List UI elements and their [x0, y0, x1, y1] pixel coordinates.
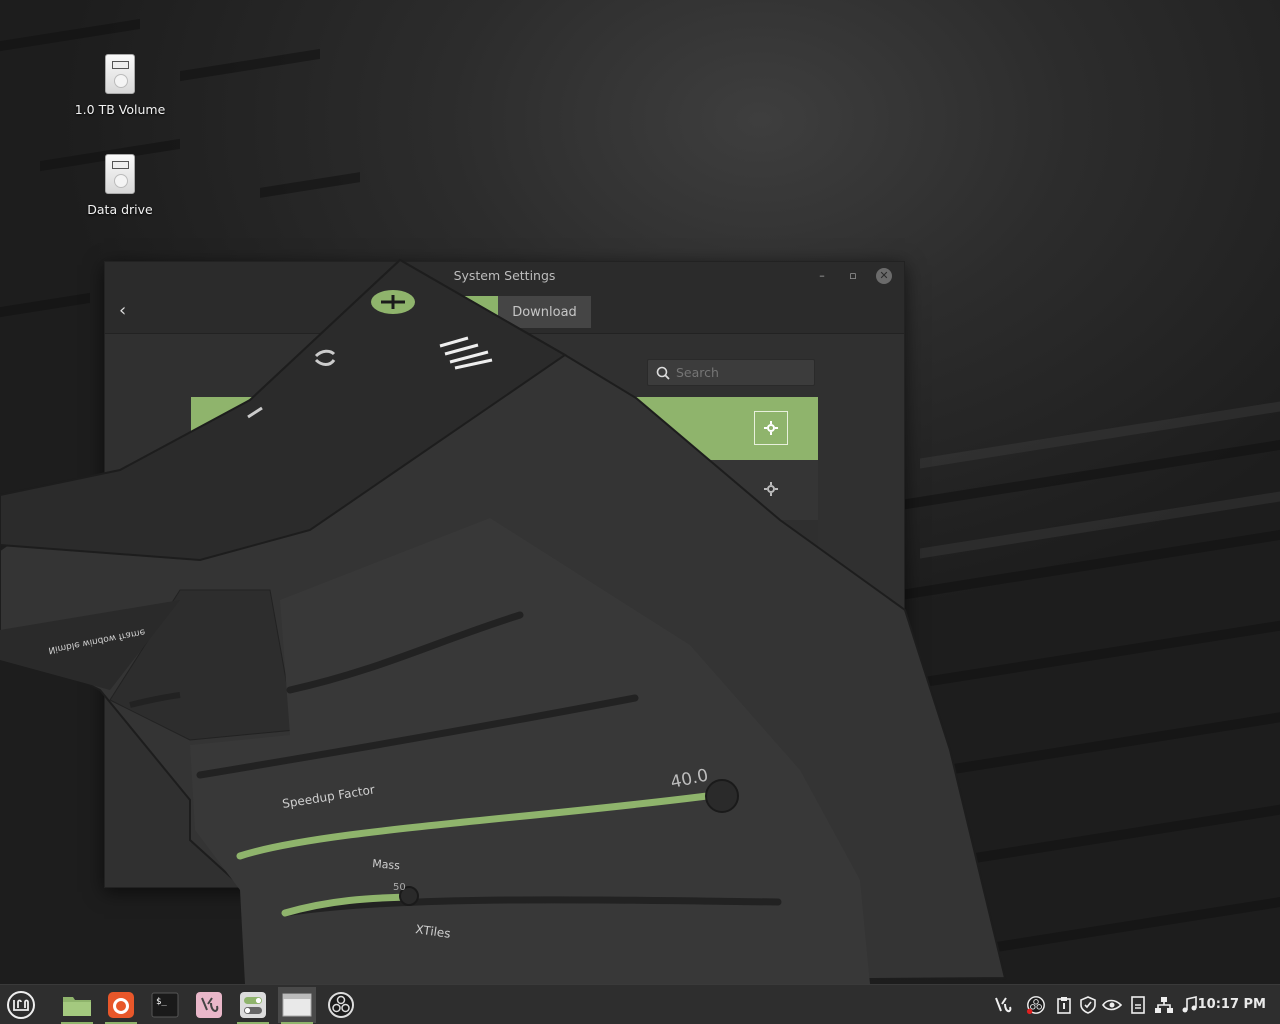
tray-network-icon[interactable]	[1154, 995, 1174, 1015]
taskbar: $_ 10:17 PM	[0, 984, 1280, 1024]
svg-text:$_: $_	[156, 997, 167, 1007]
desktop-icon-label: Data drive	[87, 202, 153, 217]
search-icon	[656, 366, 670, 380]
gear-icon	[764, 421, 778, 435]
window-titlebar[interactable]: System Settings – ▫ ✕ ‹ Download	[105, 262, 904, 334]
search-input[interactable]	[676, 365, 796, 380]
window-title: System Settings	[453, 268, 556, 283]
tray-shield-icon[interactable]	[1078, 995, 1098, 1015]
minimize-button[interactable]: –	[814, 268, 830, 284]
taskbar-xed[interactable]	[190, 987, 228, 1023]
taskbar-obs[interactable]	[322, 987, 360, 1023]
drive-icon	[105, 154, 135, 194]
maximize-button[interactable]: ▫	[845, 268, 861, 284]
desktop-icon-label: 1.0 TB Volume	[74, 102, 166, 117]
tray-obs-recording-icon[interactable]	[1026, 995, 1046, 1015]
firefox-icon	[108, 992, 134, 1018]
desktop-icon-volume[interactable]: 1.0 TB Volume	[65, 54, 175, 117]
configure-button[interactable]	[754, 411, 788, 445]
menu-button[interactable]	[2, 987, 40, 1023]
list-area	[191, 520, 818, 846]
configure-button[interactable]	[754, 472, 788, 506]
list-item-selected[interactable]	[191, 397, 818, 460]
obs-icon	[328, 992, 354, 1018]
tab-installed[interactable]	[445, 296, 498, 328]
desktop-icon-data-drive[interactable]: Data drive	[65, 154, 175, 217]
close-button[interactable]: ✕	[876, 268, 892, 284]
taskbar-files[interactable]	[58, 987, 96, 1024]
taskbar-firefox[interactable]	[102, 987, 140, 1024]
tray-xed-icon[interactable]	[993, 995, 1013, 1015]
window-icon	[282, 993, 312, 1017]
text-editor-icon	[196, 992, 222, 1018]
folder-icon	[63, 997, 91, 1016]
gear-icon	[764, 482, 778, 496]
terminal-icon: $_	[151, 992, 179, 1018]
toggle-settings-icon	[240, 992, 266, 1018]
taskbar-active-window[interactable]	[278, 987, 316, 1024]
tray-notes-icon[interactable]	[1128, 995, 1148, 1015]
tab-download[interactable]: Download	[498, 296, 591, 328]
tray-clipboard-icon[interactable]	[1054, 995, 1074, 1015]
list-item[interactable]	[191, 460, 818, 520]
drive-icon	[105, 54, 135, 94]
tray-nvidia-icon[interactable]	[1102, 995, 1122, 1015]
back-button[interactable]: ‹	[119, 300, 126, 321]
mint-menu-icon	[7, 991, 35, 1019]
clock[interactable]: 10:17 PM	[1198, 997, 1266, 1012]
taskbar-terminal[interactable]: $_	[146, 987, 184, 1023]
search-field[interactable]	[647, 359, 815, 386]
system-settings-window: System Settings – ▫ ✕ ‹ Download	[104, 261, 905, 888]
taskbar-system-settings[interactable]	[234, 987, 272, 1024]
